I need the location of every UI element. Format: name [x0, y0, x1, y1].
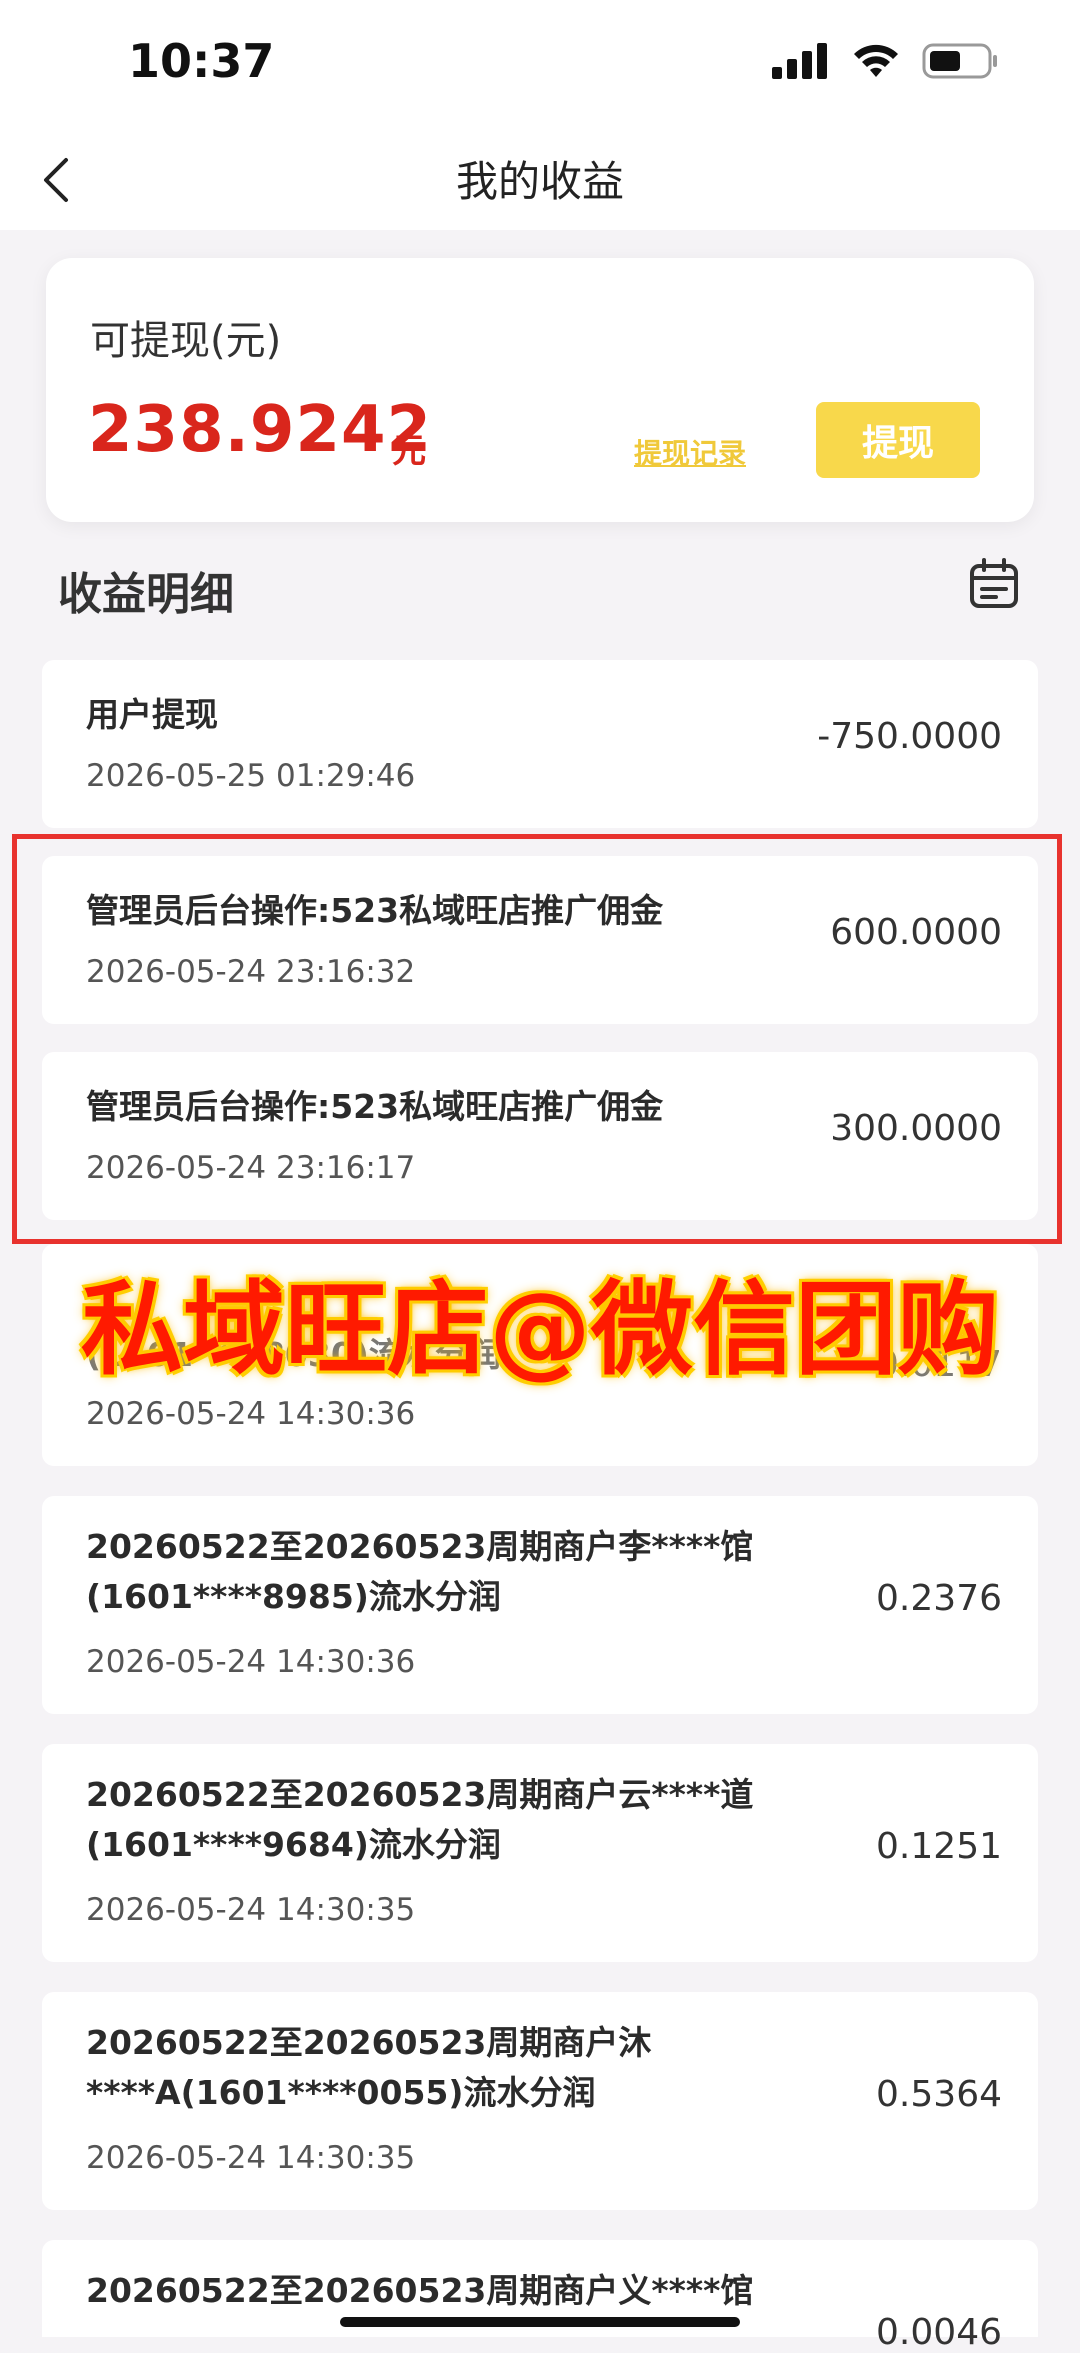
record-time: 2026-05-24 23:16:32 — [86, 954, 416, 990]
list-item[interactable]: 管理员后台操作:523私域旺店推广佣金 2026-05-24 23:16:17 … — [42, 1052, 1038, 1220]
list-item[interactable]: 20260522至20260523周期商户沐****A(1601****0055… — [42, 1992, 1038, 2210]
record-title: 用户提现 — [86, 695, 218, 734]
record-title: 20260522至20260523周期商户义****馆 — [86, 2271, 754, 2310]
record-time: 2026-05-24 14:30:36 — [86, 1644, 416, 1680]
record-amount: 600.0000 — [830, 912, 1002, 953]
home-indicator[interactable] — [340, 2317, 740, 2327]
page-title: 我的收益 — [455, 157, 624, 206]
status-bar: 10:37 — [0, 0, 1080, 130]
wifi-icon — [854, 44, 898, 77]
list-item[interactable]: 管理员后台操作:523私域旺店推广佣金 2026-05-24 23:16:32 … — [42, 856, 1038, 1024]
record-amount: 0.2376 — [876, 1578, 1002, 1619]
balance-card: 可提现(元) 238.9242 元 提现记录 提现 — [46, 258, 1034, 522]
balance-label: 可提现(元) — [90, 318, 282, 364]
record-amount: 0.1251 — [876, 1826, 1002, 1867]
record-amount: 300.0000 — [830, 1108, 1002, 1149]
record-title: 管理员后台操作:523私域旺店推广佣金 — [86, 891, 664, 930]
record-time: 2026-05-25 01:29:46 — [86, 758, 416, 794]
signal-icon — [772, 43, 827, 79]
list-item[interactable]: 20260522至20260523周期商户李****馆(1601****8985… — [42, 1496, 1038, 1714]
record-title: 20260522至20260523周期商户李****馆(1601****8985… — [86, 1527, 754, 1616]
section-title: 收益明细 — [58, 569, 234, 620]
record-amount: 0.5364 — [876, 2074, 1002, 2115]
withdraw-button[interactable]: 提现 — [816, 402, 980, 478]
record-title: 20260522至20260523周期商户云****道(1601****9684… — [86, 1775, 754, 1864]
record-time: 2026-05-24 14:30:35 — [86, 2140, 416, 2176]
status-icons — [772, 42, 1000, 80]
list-item[interactable]: 用户提现 2026-05-25 01:29:46 -750.0000 — [42, 660, 1038, 828]
withdraw-record-link[interactable]: 提现记录 — [634, 432, 746, 472]
nav-bar: 我的收益 — [0, 130, 1080, 230]
record-title: 管理员后台操作:523私域旺店推广佣金 — [86, 1087, 664, 1126]
balance-unit: 元 — [392, 431, 426, 471]
watermark-banner: 私域旺店@微信团购 — [81, 1271, 999, 1390]
list-item[interactable]: 20260522至20260523周期商户云****道(1601****9684… — [42, 1744, 1038, 1962]
record-amount: -750.0000 — [817, 716, 1002, 757]
record-time: 2026-05-24 14:30:36 — [86, 1396, 416, 1432]
battery-icon — [922, 43, 997, 79]
record-time: 2026-05-24 14:30:35 — [86, 1892, 416, 1928]
record-title: 20260522至20260523周期商户沐****A(1601****0055… — [86, 2023, 652, 2112]
record-amount: 0.0046 — [876, 2312, 1002, 2353]
calendar-icon[interactable] — [966, 556, 1022, 612]
balance-amount: 238.9242 — [88, 393, 433, 467]
record-time: 2026-05-24 23:16:17 — [86, 1150, 416, 1186]
status-time: 10:37 — [128, 34, 275, 88]
